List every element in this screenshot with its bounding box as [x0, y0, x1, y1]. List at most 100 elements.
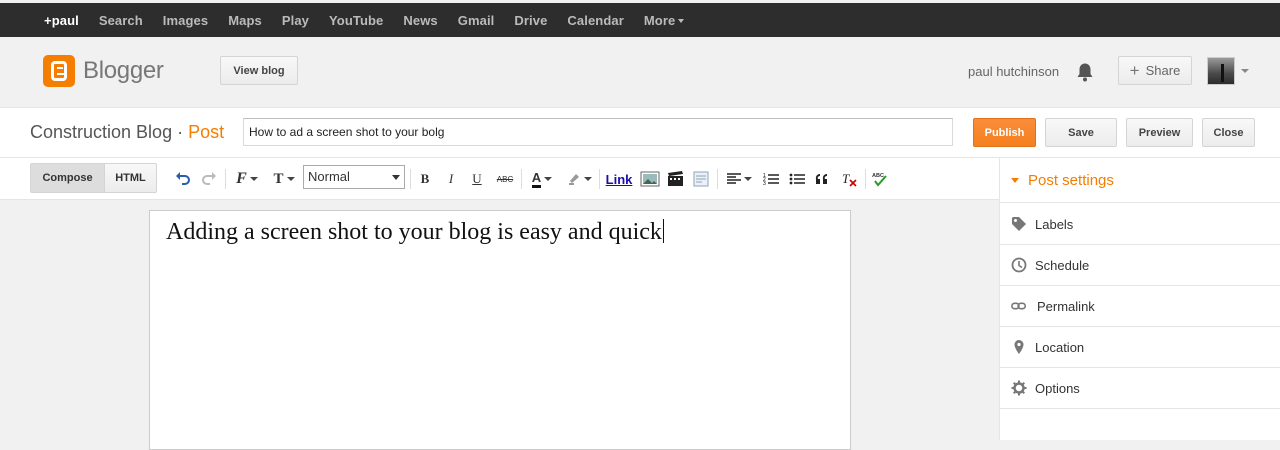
- gbar-item-search[interactable]: Search: [99, 13, 143, 28]
- text-cursor: [662, 219, 664, 243]
- post-body-content: Adding a screen shot to your blog is eas…: [166, 219, 662, 245]
- toolbar-separator: [225, 169, 226, 189]
- font-size-icon: T: [273, 170, 284, 187]
- settings-item-permalink[interactable]: Permalink: [1000, 286, 1280, 327]
- username[interactable]: paul hutchinson: [968, 64, 1059, 79]
- font-family-icon: F: [236, 170, 247, 187]
- insert-jump-break-icon[interactable]: [693, 170, 709, 188]
- post-title-bar: Construction Blog · Post Publish Save Pr…: [0, 108, 1280, 158]
- gbar-item-gmail[interactable]: Gmail: [458, 13, 495, 28]
- settings-item-label: Permalink: [1037, 298, 1095, 314]
- account-menu[interactable]: [1207, 57, 1251, 85]
- settings-item-label: Labels: [1035, 216, 1074, 232]
- gbar-item-youtube[interactable]: YouTube: [329, 13, 383, 28]
- svg-text:T: T: [842, 171, 850, 186]
- insert-image-icon[interactable]: [640, 170, 660, 188]
- post-settings-panel: Post settings Labels Schedule Permalink …: [999, 158, 1280, 440]
- close-button[interactable]: Close: [1202, 118, 1255, 147]
- underline-button[interactable]: U: [470, 170, 484, 188]
- settings-item-options[interactable]: Options: [1000, 368, 1280, 409]
- text-color-button[interactable]: A: [527, 170, 557, 188]
- clear-formatting-icon: T: [842, 171, 857, 187]
- toolbar-separator: [717, 169, 718, 189]
- brand-name[interactable]: Blogger: [83, 57, 164, 85]
- toolbar-separator: [410, 169, 411, 189]
- bold-button[interactable]: B: [418, 170, 432, 188]
- highlighter-icon: [568, 174, 579, 185]
- triangle-down-icon: [1011, 177, 1019, 183]
- gbar-item-maps[interactable]: Maps: [228, 13, 262, 28]
- post-settings-header[interactable]: Post settings: [1000, 158, 1280, 203]
- chevron-down-icon: [1241, 69, 1249, 73]
- insert-link-button[interactable]: Link: [606, 170, 633, 188]
- remove-formatting-button[interactable]: T: [841, 170, 857, 188]
- gbar-item-profile[interactable]: +paul: [44, 13, 79, 28]
- font-size-button[interactable]: T: [269, 170, 299, 188]
- post-body-text[interactable]: Adding a screen shot to your blog is eas…: [166, 219, 664, 246]
- html-mode-button[interactable]: HTML: [104, 163, 157, 193]
- post-settings-title: Post settings: [1028, 171, 1114, 189]
- toolbar-separator: [599, 169, 600, 189]
- paragraph-format-value: Normal: [308, 169, 350, 184]
- chevron-down-icon: [678, 19, 685, 24]
- text-color-icon: A: [531, 170, 542, 188]
- location-pin-icon: [1014, 340, 1024, 354]
- preview-button[interactable]: Preview: [1126, 118, 1193, 147]
- publish-button[interactable]: Publish: [973, 118, 1036, 147]
- google-bar-nav: +paul Search Images Maps Play YouTube Ne…: [44, 3, 704, 37]
- settings-item-location[interactable]: Location: [1000, 327, 1280, 368]
- highlight-color-button[interactable]: [565, 170, 593, 188]
- share-label: Share: [1145, 63, 1181, 78]
- blogger-logo-icon[interactable]: [43, 55, 75, 87]
- gear-icon: [1011, 380, 1027, 396]
- avatar: [1207, 57, 1235, 85]
- settings-item-label: Schedule: [1035, 257, 1090, 273]
- plus-icon: +: [1129, 60, 1140, 80]
- insert-video-icon[interactable]: [667, 170, 684, 188]
- quote-icon[interactable]: [815, 170, 830, 188]
- editor-workspace: Adding a screen shot to your blog is eas…: [0, 200, 1000, 450]
- font-family-button[interactable]: F: [232, 170, 262, 188]
- toolbar-separator: [521, 169, 522, 189]
- svg-text:ABC: ABC: [872, 173, 884, 179]
- section-name: Post: [188, 122, 225, 142]
- strikethrough-button[interactable]: ABC: [494, 170, 516, 188]
- view-blog-button[interactable]: View blog: [220, 56, 298, 85]
- settings-item-label: Options: [1035, 380, 1080, 396]
- gbar-item-calendar[interactable]: Calendar: [567, 13, 623, 28]
- bulleted-list-icon[interactable]: [789, 170, 805, 188]
- breadcrumb-separator: ·: [177, 122, 184, 142]
- spell-check-icon[interactable]: ABC: [872, 170, 889, 188]
- post-body-editor[interactable]: Adding a screen shot to your blog is eas…: [149, 210, 851, 450]
- share-button[interactable]: + Share: [1118, 56, 1192, 85]
- editor-toolbar: Compose HTML F T Normal B I U ABC A Link…: [0, 158, 1000, 200]
- gbar-item-images[interactable]: Images: [163, 13, 208, 28]
- svg-text:3: 3: [763, 181, 766, 187]
- link-icon: [1011, 302, 1027, 310]
- numbered-list-icon[interactable]: 123: [763, 170, 779, 188]
- save-button[interactable]: Save: [1045, 118, 1117, 147]
- redo-icon[interactable]: [201, 170, 217, 188]
- compose-mode-button[interactable]: Compose: [30, 163, 105, 193]
- google-bar: +paul Search Images Maps Play YouTube Ne…: [0, 0, 1280, 37]
- tag-icon: [1012, 217, 1026, 231]
- toolbar-separator: [865, 169, 866, 189]
- settings-item-schedule[interactable]: Schedule: [1000, 245, 1280, 286]
- gbar-item-news[interactable]: News: [403, 13, 437, 28]
- paragraph-format-select[interactable]: Normal: [303, 165, 405, 189]
- alignment-button[interactable]: [725, 170, 753, 188]
- post-title-input[interactable]: [243, 118, 953, 146]
- bell-icon[interactable]: [1076, 62, 1094, 82]
- clock-icon: [1011, 257, 1027, 273]
- gbar-more-label: More: [643, 12, 676, 28]
- gbar-item-play[interactable]: Play: [282, 13, 309, 28]
- blogger-header: Blogger View blog paul hutchinson + Shar…: [0, 37, 1280, 108]
- gbar-item-drive[interactable]: Drive: [514, 13, 547, 28]
- align-left-icon: [726, 173, 741, 184]
- italic-button[interactable]: I: [444, 170, 458, 188]
- gbar-item-more[interactable]: More: [643, 12, 685, 28]
- undo-icon[interactable]: [175, 170, 191, 188]
- settings-item-labels[interactable]: Labels: [1000, 204, 1280, 245]
- settings-item-label: Location: [1035, 339, 1085, 355]
- chevron-down-icon: [392, 175, 400, 180]
